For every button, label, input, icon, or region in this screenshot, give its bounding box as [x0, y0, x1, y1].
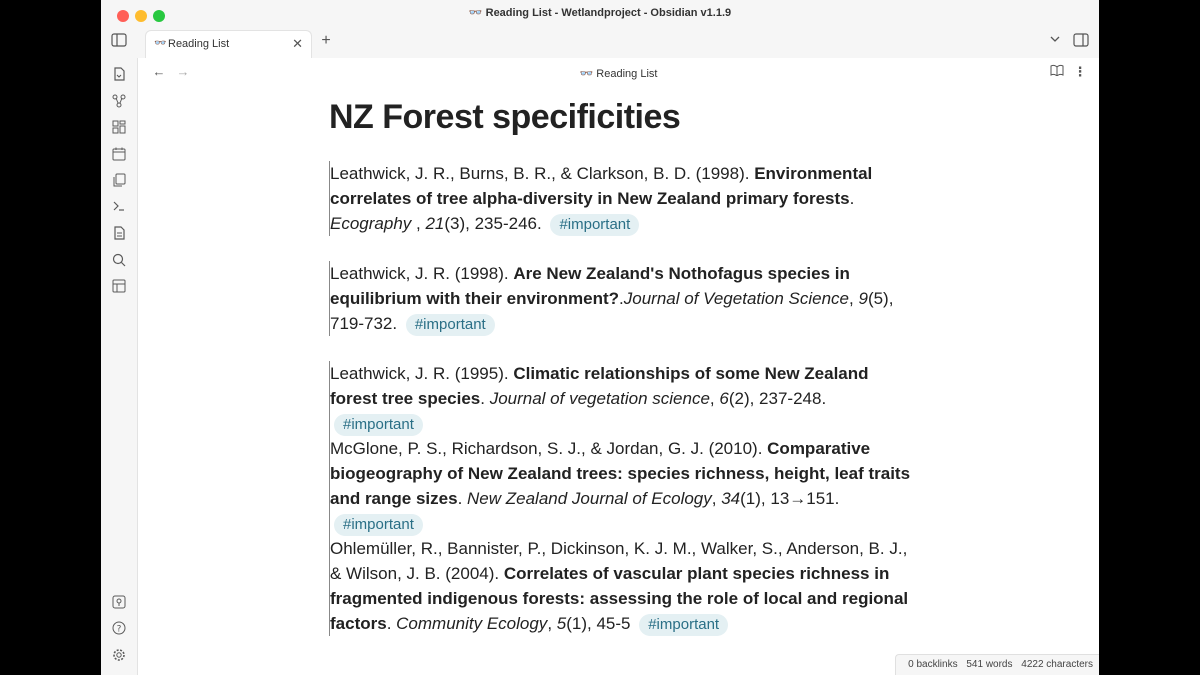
important-tag[interactable]: #important — [334, 414, 423, 436]
graph-view-icon[interactable] — [110, 94, 128, 112]
reference-item[interactable]: Leathwick, J. R. (1995). Climatic relati… — [329, 361, 919, 436]
tab-label: Reading List — [168, 38, 230, 50]
chevron-down-icon[interactable] — [1046, 33, 1064, 51]
reference-separator: , — [711, 489, 722, 508]
reference-journal: Journal of vegetation science — [489, 389, 710, 408]
help-icon[interactable]: ? — [110, 621, 128, 639]
reference-separator: . — [480, 389, 490, 408]
sidebar-toggle-icon[interactable] — [110, 33, 128, 51]
reference-journal: New Zealand Journal of Ecology — [467, 489, 712, 508]
reference-authors: Leathwick, J. R. (1995). — [330, 364, 514, 383]
reference-text[interactable]: Leathwick, J. R. (1995). Climatic relati… — [329, 361, 919, 436]
right-sidebar-toggle-icon[interactable] — [1072, 33, 1090, 51]
character-count: 4222 characters — [1021, 659, 1093, 670]
reference-journal: Community Ecology — [396, 614, 548, 633]
reference-volume: 34 — [721, 489, 741, 508]
left-ribbon: ? — [101, 58, 138, 675]
settings-gear-icon[interactable] — [110, 648, 128, 666]
glasses-icon: 👓 — [154, 38, 167, 49]
reference-separator: . — [849, 189, 855, 208]
reference-text[interactable]: Ohlemüller, R., Bannister, P., Dickinson… — [329, 536, 919, 636]
reference-volume: 5 — [556, 614, 567, 633]
reference-separator: , — [547, 614, 557, 633]
templates-icon[interactable] — [110, 173, 128, 191]
reference-pages: (1), 45-5 — [566, 614, 636, 633]
reference-separator: . — [457, 489, 468, 508]
important-tag[interactable]: #important — [639, 614, 729, 636]
reference-authors: McGlone, P. S., Richardson, S. J., & Jor… — [330, 439, 768, 458]
reference-pages: (2), 237-248. — [728, 389, 827, 408]
reference-separator: , — [709, 389, 720, 408]
view-title[interactable]: 👓 Reading List — [138, 67, 1099, 80]
glasses-icon: 👓 — [579, 68, 597, 80]
status-bar: 0 backlinks 541 words 4222 characters — [895, 654, 1099, 675]
open-quick-switcher-icon[interactable] — [110, 67, 128, 85]
tab-reading-list[interactable]: 👓 Reading List ✕ — [145, 30, 312, 58]
daily-note-icon[interactable] — [110, 226, 128, 244]
reference-separator: , — [411, 214, 426, 233]
backlinks-count[interactable]: 0 backlinks — [908, 659, 957, 670]
important-tag[interactable]: #important — [550, 214, 640, 236]
view-header: ← → 👓 Reading List ⋮ — [138, 58, 1099, 88]
tab-bar: 👓 Reading List ✕ + — [101, 26, 1099, 59]
word-count: 541 words — [966, 659, 1013, 670]
canvas-icon[interactable] — [110, 120, 128, 138]
more-options-icon[interactable]: ⋮ — [1071, 64, 1089, 82]
reading-view-icon[interactable] — [1048, 64, 1066, 82]
important-tag[interactable]: #important — [405, 314, 495, 336]
reference-text[interactable]: McGlone, P. S., Richardson, S. J., & Jor… — [329, 436, 919, 536]
reference-separator: . — [386, 614, 397, 633]
reference-authors: Leathwick, J. R. (1998). — [330, 264, 514, 283]
reference-item[interactable]: Ohlemüller, R., Bannister, P., Dickinson… — [329, 536, 919, 636]
svg-text:?: ? — [117, 625, 122, 635]
reference-journal: Ecography — [330, 214, 412, 233]
window-title: 👓 Reading List - Wetlandproject - Obsidi… — [468, 7, 732, 19]
glasses-icon: 👓 — [468, 7, 486, 19]
command-palette-icon[interactable] — [110, 199, 128, 217]
reference-pages: (1), 13→151. — [740, 489, 840, 508]
title-bar: 👓 Reading List - Wetlandproject - Obsidi… — [101, 0, 1099, 26]
reference-journal: Journal of Vegetation Science — [623, 289, 850, 308]
reference-item[interactable]: Leathwick, J. R., Burns, B. R., & Clarks… — [329, 161, 919, 236]
reference-volume: 6 — [719, 389, 729, 408]
reference-volume: 21 — [425, 214, 445, 233]
obsidian-window: 👓 Reading List - Wetlandproject - Obsidi… — [101, 0, 1099, 675]
note-content[interactable]: NZ Forest specificities Leathwick, J. R.… — [329, 95, 919, 636]
new-tab-icon[interactable]: + — [317, 33, 335, 51]
reference-item[interactable]: McGlone, P. S., Richardson, S. J., & Jor… — [329, 436, 919, 536]
reference-volume: 9 — [858, 289, 868, 308]
calendar-icon[interactable] — [110, 147, 128, 165]
close-tab-icon[interactable]: ✕ — [292, 36, 303, 52]
important-tag[interactable]: #important — [334, 514, 423, 536]
reference-authors: Leathwick, J. R., Burns, B. R., & Clarks… — [330, 164, 755, 183]
vault-switcher-icon[interactable] — [110, 595, 128, 613]
search-icon[interactable] — [110, 253, 128, 271]
reference-text[interactable]: Leathwick, J. R. (1998). Are New Zealand… — [329, 261, 919, 336]
reference-text[interactable]: Leathwick, J. R., Burns, B. R., & Clarks… — [329, 161, 919, 236]
reference-item[interactable]: Leathwick, J. R. (1998). Are New Zealand… — [329, 261, 919, 336]
layout-icon[interactable] — [110, 279, 128, 297]
note-heading: NZ Forest specificities — [329, 98, 681, 136]
reference-pages: (3), 235-246. — [444, 214, 547, 233]
